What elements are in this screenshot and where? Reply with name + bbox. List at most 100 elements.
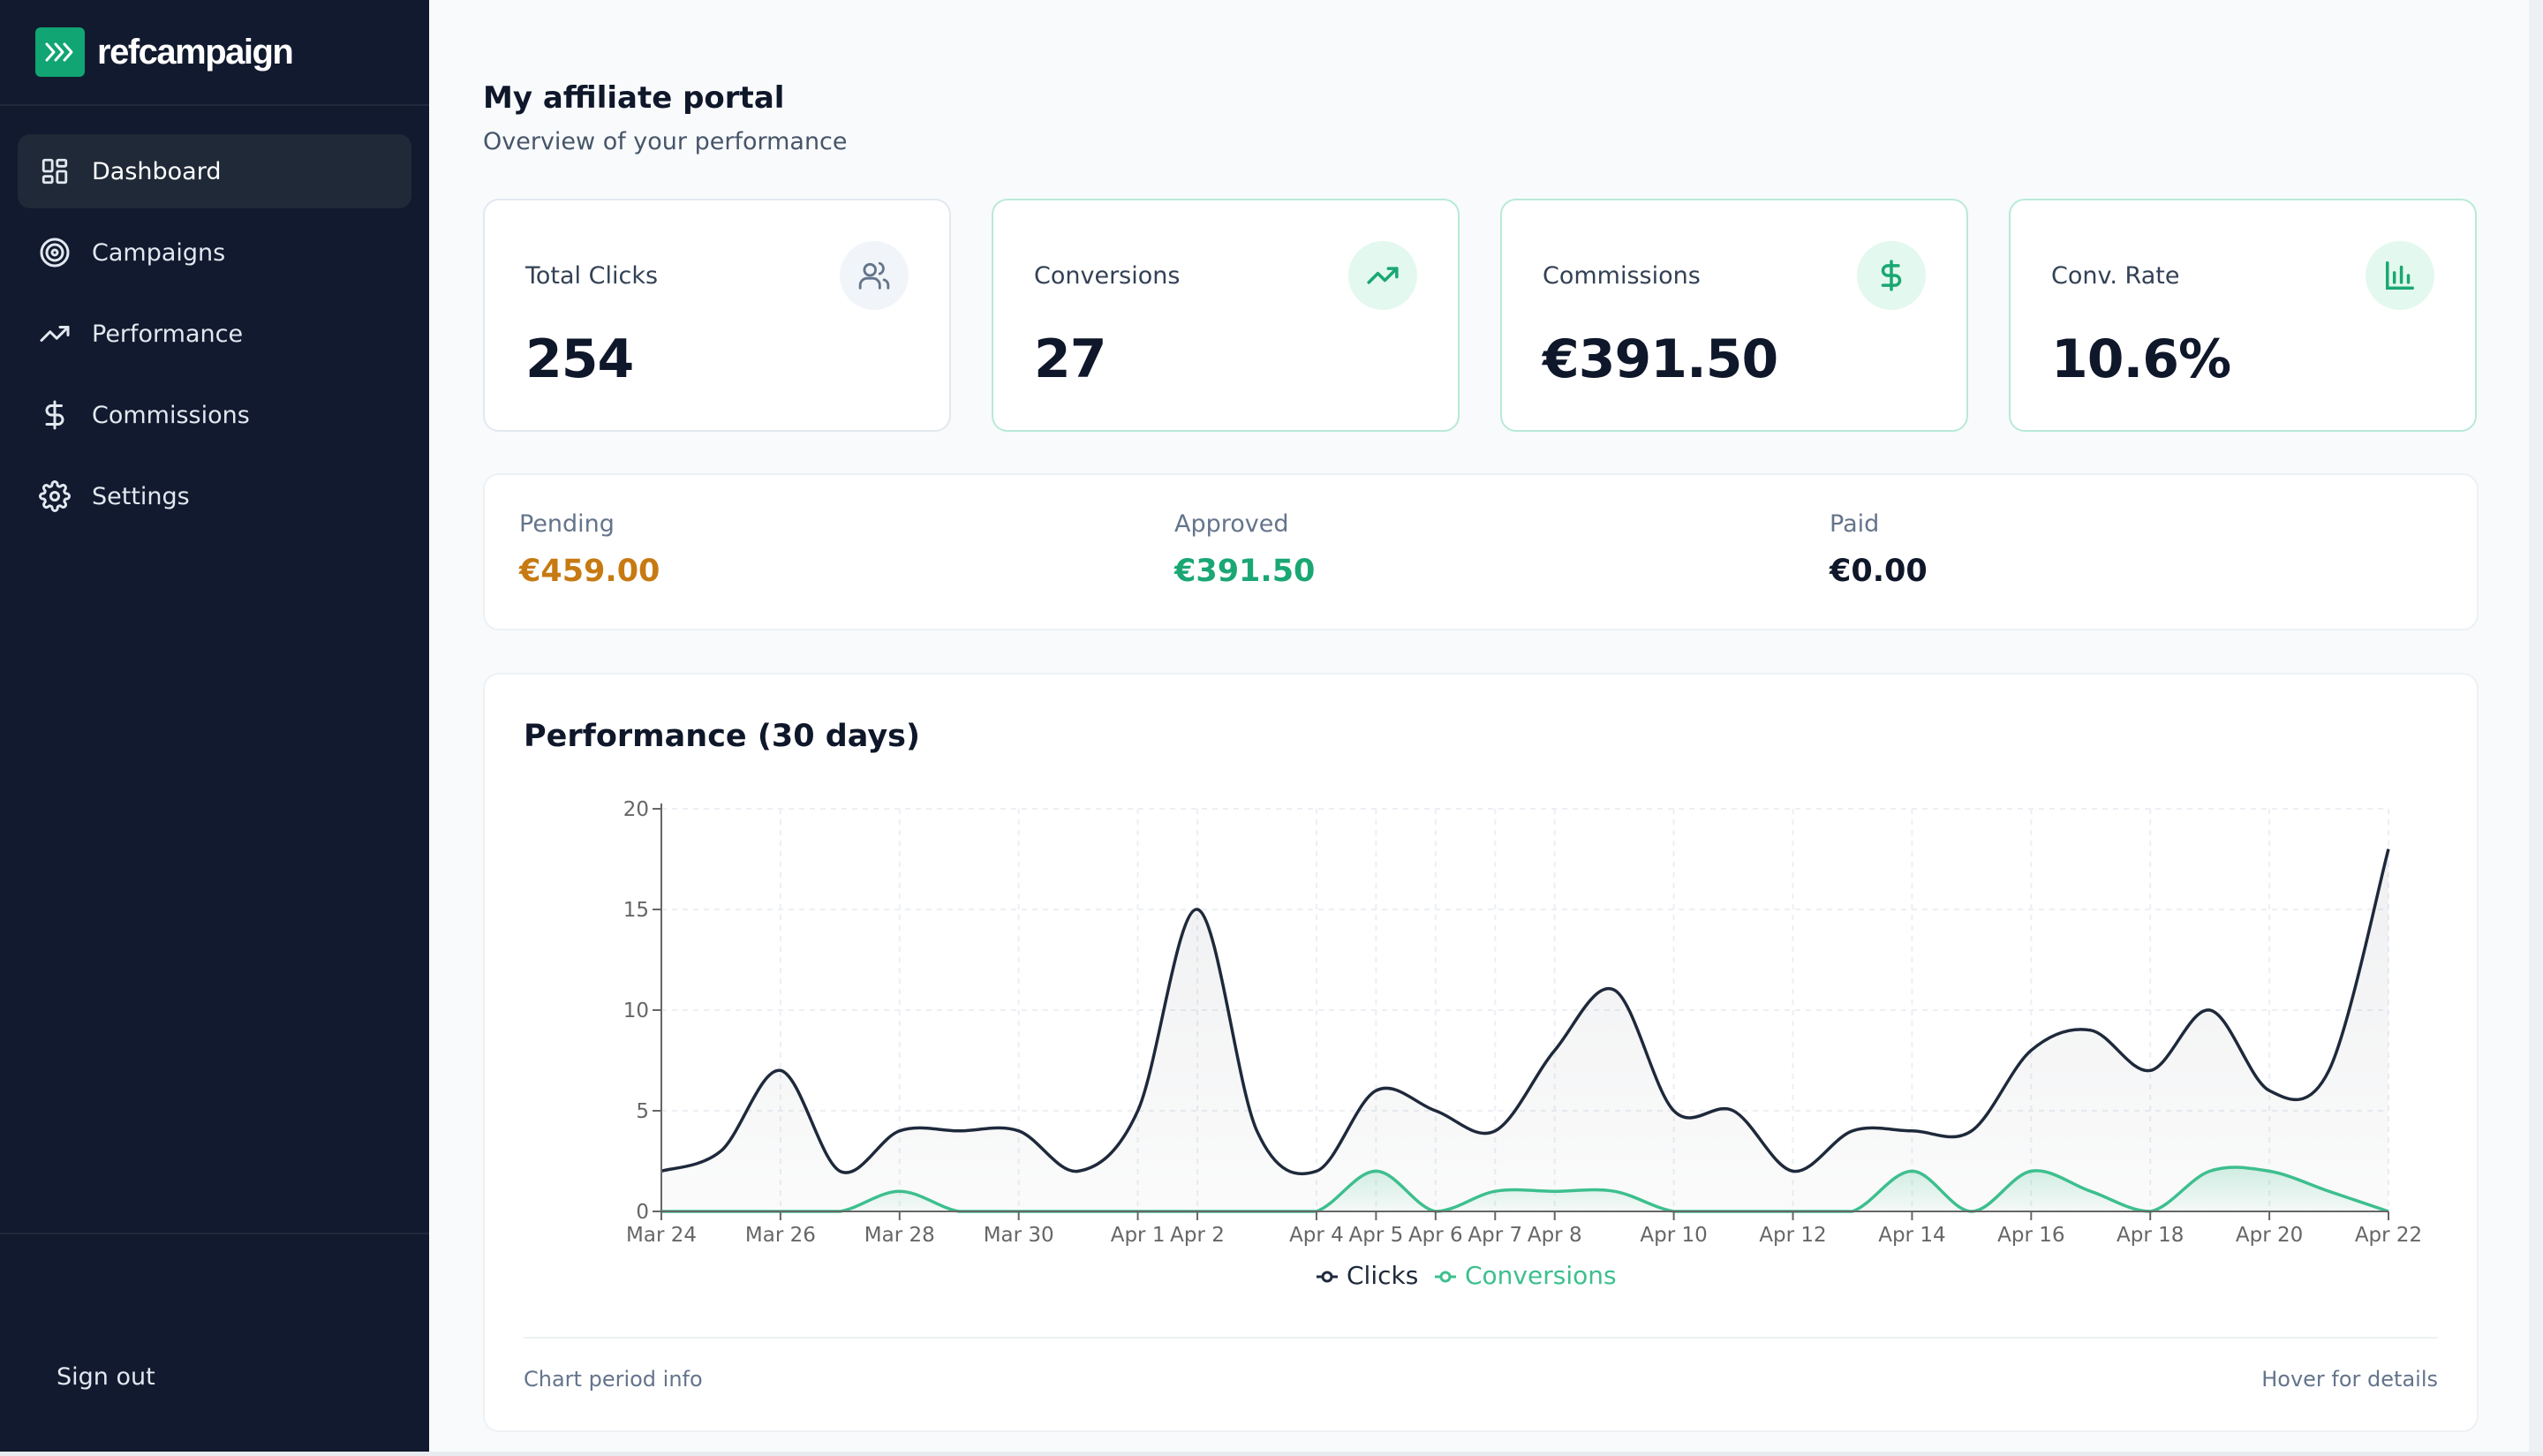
conversions-point — [1492, 1188, 1498, 1194]
clicks-point — [1373, 1088, 1378, 1093]
clicks-point — [2028, 1048, 2034, 1053]
logo-icon — [35, 27, 85, 77]
conversions-point — [2327, 1188, 2332, 1194]
clicks-point — [2267, 1088, 2272, 1093]
clicks-area — [661, 849, 2388, 1211]
x-tick-label: Mar 26 — [745, 1224, 816, 1247]
sidebar-item-label: Campaigns — [92, 238, 226, 267]
stat-label: Conversions — [1034, 262, 1181, 290]
clicks-point — [837, 1168, 842, 1173]
x-tick-label: Apr 18 — [2117, 1224, 2184, 1247]
stat-label: Total Clicks — [525, 262, 659, 290]
clicks-point — [1611, 987, 1617, 992]
stat-card-commissions: Commissions €391.50 — [1500, 199, 1968, 432]
stat-value: €391.50 — [1543, 328, 1778, 390]
sidebar-item-label: Commissions — [92, 401, 250, 429]
dashboard-icon — [37, 154, 72, 189]
x-tick-label: Apr 7 — [1468, 1224, 1522, 1247]
conversions-point — [1552, 1188, 1558, 1194]
clicks-point — [897, 1128, 902, 1134]
clicks-point — [1731, 1108, 1736, 1113]
x-tick-label: Apr 5 — [1349, 1224, 1404, 1247]
x-tick-label: Apr 22 — [2355, 1224, 2422, 1247]
clicks-point — [2207, 1007, 2213, 1013]
page-title: My affiliate portal — [483, 80, 785, 116]
balance-value: €0.00 — [1830, 554, 1928, 589]
x-tick-label: Apr 6 — [1408, 1224, 1463, 1247]
balance-value: €391.50 — [1174, 554, 1316, 589]
sidebar-item-dashboard[interactable]: Dashboard — [18, 134, 411, 208]
brand[interactable]: refcampaign — [0, 0, 429, 106]
sidebar-item-commissions[interactable]: Commissions — [18, 378, 411, 452]
x-tick-label: Apr 2 — [1170, 1224, 1225, 1247]
conversions-point — [2267, 1168, 2272, 1173]
performance-chart-card: Performance (30 days) 0 5 10 15 20 Mar 24 Mar … — [483, 673, 2479, 1432]
clicks-point — [1016, 1128, 1022, 1134]
balance-paid: Paid €0.00 — [1830, 510, 1928, 589]
clicks-point — [1314, 1168, 1319, 1173]
trending-up-icon — [37, 316, 72, 351]
sidebar-item-settings[interactable]: Settings — [18, 459, 411, 533]
balance-value: €459.00 — [519, 554, 660, 589]
dollar-icon — [37, 397, 72, 433]
sign-out-button[interactable]: Sign out — [57, 1363, 155, 1391]
performance-chart[interactable]: 05101520Mar 24 Mar 26 Mar 28 Mar 30 Apr 1 Apr… — [485, 675, 2480, 1328]
conversions-point — [1909, 1168, 1914, 1173]
sidebar: refcampaign Dashboard Campaigns Performa… — [0, 0, 429, 1452]
conversions-point — [2207, 1168, 2213, 1173]
balance-label: Pending — [519, 510, 615, 538]
clicks-point — [1671, 1108, 1677, 1113]
clicks-point — [2088, 1028, 2094, 1033]
target-icon — [37, 235, 72, 270]
y-tick-label: 0 — [636, 1201, 649, 1224]
clicks-point — [1909, 1128, 1914, 1134]
conversions-point — [897, 1188, 902, 1194]
sidebar-item-performance[interactable]: Performance — [18, 297, 411, 371]
y-tick-label: 20 — [623, 798, 649, 821]
x-tick-label: Apr 8 — [1528, 1224, 1582, 1247]
clicks-point — [1492, 1128, 1498, 1134]
x-tick-label: Apr 20 — [2236, 1224, 2303, 1247]
legend-conversions-marker — [1439, 1271, 1452, 1283]
x-tick-label: Mar 28 — [864, 1224, 935, 1247]
stat-value: 254 — [525, 328, 634, 390]
page-bottom-edge — [0, 1452, 2543, 1456]
clicks-point — [1075, 1168, 1081, 1173]
trending-up-icon — [1348, 241, 1417, 310]
balance-approved: Approved €391.50 — [1174, 510, 1315, 589]
clicks-point — [1969, 1128, 1974, 1134]
balance-label: Approved — [1174, 510, 1289, 538]
clicks-point — [1850, 1128, 1855, 1134]
clicks-point — [1254, 1128, 1259, 1134]
x-tick-label: Mar 30 — [984, 1224, 1054, 1247]
x-tick-label: Mar 24 — [626, 1224, 697, 1247]
y-tick-label: 15 — [623, 899, 649, 922]
scrollbar-track[interactable] — [2529, 0, 2543, 1456]
clicks-point — [1195, 907, 1200, 912]
clicks-point — [2327, 1067, 2332, 1073]
chart-period-info: Chart period info — [524, 1367, 703, 1392]
sidebar-item-label: Settings — [92, 482, 190, 510]
sidebar-item-label: Dashboard — [92, 157, 222, 185]
clicks-point — [1791, 1168, 1796, 1173]
balances-card: Pending €459.00 Approved €391.50 Paid €0… — [483, 473, 2479, 630]
conversions-point — [1373, 1168, 1378, 1173]
conversions-point — [1611, 1188, 1617, 1194]
bar-chart-icon — [2366, 241, 2434, 310]
conversions-point — [2028, 1168, 2034, 1173]
clicks-point — [778, 1067, 783, 1073]
clicks-point — [2386, 847, 2391, 852]
brand-name: refcampaign — [97, 32, 294, 72]
stat-value: 10.6% — [2051, 328, 2231, 390]
clicks-point — [956, 1128, 962, 1134]
clicks-point — [1552, 1048, 1558, 1053]
chart-hover-hint: Hover for details — [2261, 1367, 2438, 1392]
conversions-point — [2088, 1188, 2094, 1194]
gear-icon — [37, 479, 72, 514]
x-tick-label: Apr 14 — [1878, 1224, 1945, 1247]
sidebar-nav: Dashboard Campaigns Performance Commissi… — [0, 106, 429, 533]
sidebar-item-campaigns[interactable]: Campaigns — [18, 215, 411, 290]
clicks-point — [1136, 1108, 1141, 1113]
stat-card-total-clicks: Total Clicks 254 — [483, 199, 951, 432]
x-tick-label: Apr 10 — [1640, 1224, 1707, 1247]
